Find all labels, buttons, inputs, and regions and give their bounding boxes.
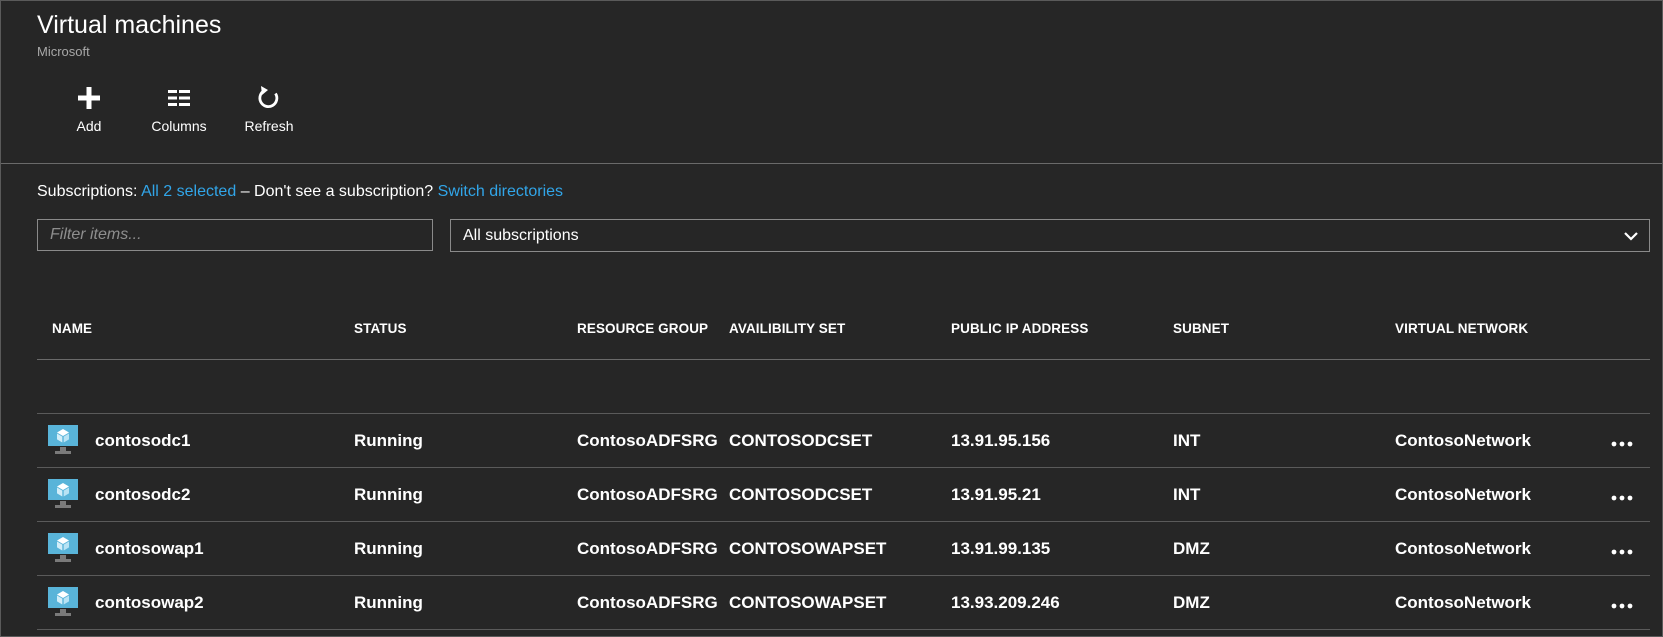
- subscriptions-selected-link[interactable]: All 2 selected: [141, 183, 236, 200]
- add-button[interactable]: Add: [44, 84, 134, 134]
- column-header-status[interactable]: STATUS: [354, 321, 407, 336]
- subscriptions-bar: Subscriptions: All 2 selected – Don't se…: [37, 183, 563, 201]
- ellipsis-icon[interactable]: [1607, 428, 1637, 452]
- cell-virtual-network: ContosoNetwork: [1395, 593, 1531, 612]
- cell-public-ip: 13.91.99.135: [951, 539, 1051, 558]
- cell-virtual-network: ContosoNetwork: [1395, 539, 1531, 558]
- cell-availability-set: CONTOSOWAPSET: [729, 539, 887, 558]
- cell-status: Running: [354, 431, 423, 450]
- cell-status: Running: [354, 539, 423, 558]
- column-header-virtual-network[interactable]: VIRTUAL NETWORK: [1395, 321, 1528, 336]
- page-subtitle: Microsoft: [37, 44, 90, 59]
- refresh-button[interactable]: Refresh: [224, 84, 314, 134]
- columns-label: Columns: [151, 118, 207, 134]
- cell-public-ip: 13.93.209.246: [951, 593, 1060, 612]
- refresh-label: Refresh: [244, 118, 294, 134]
- cell-resource-group: ContosoADFSRG: [577, 485, 718, 504]
- column-header-availability-set[interactable]: AVAILIBILITY SET: [729, 321, 845, 336]
- subscription-select[interactable]: All subscriptions: [450, 219, 1650, 252]
- cell-name[interactable]: contosowap2: [95, 593, 204, 613]
- column-header-resource-group[interactable]: RESOURCE GROUP: [577, 321, 708, 336]
- columns-icon: [168, 90, 190, 106]
- switch-directories-link[interactable]: Switch directories: [438, 183, 563, 200]
- cell-resource-group: ContosoADFSRG: [577, 593, 718, 612]
- cell-name[interactable]: contosodc2: [95, 485, 190, 505]
- cell-status: Running: [354, 485, 423, 504]
- virtual-machine-icon: [48, 587, 78, 616]
- virtual-machine-icon: [48, 533, 78, 562]
- plus-icon: [78, 87, 100, 109]
- cell-virtual-network: ContosoNetwork: [1395, 431, 1531, 450]
- cell-resource-group: ContosoADFSRG: [577, 539, 718, 558]
- subscriptions-prompt: – Don't see a subscription?: [240, 183, 438, 200]
- subscriptions-label: Subscriptions:: [37, 183, 138, 200]
- header-divider: [1, 163, 1662, 164]
- grid-header: NAME STATUS RESOURCE GROUP AVAILIBILITY …: [37, 315, 1650, 360]
- ellipsis-icon[interactable]: [1607, 590, 1637, 614]
- subscription-select-value: All subscriptions: [463, 226, 579, 244]
- table-row[interactable]: contosowap1 Running ContosoADFSRG CONTOS…: [37, 522, 1650, 576]
- table-row[interactable]: contosodc2 Running ContosoADFSRG CONTOSO…: [37, 468, 1650, 522]
- refresh-icon: [258, 86, 279, 108]
- cell-availability-set: CONTOSODCSET: [729, 431, 873, 450]
- cell-availability-set: CONTOSODCSET: [729, 485, 873, 504]
- cell-name[interactable]: contosowap1: [95, 539, 204, 559]
- cell-name[interactable]: contosodc1: [95, 431, 190, 451]
- cell-availability-set: CONTOSOWAPSET: [729, 593, 887, 612]
- cell-status: Running: [354, 593, 423, 612]
- cell-subnet: INT: [1173, 431, 1201, 450]
- columns-button[interactable]: Columns: [134, 84, 224, 134]
- ellipsis-icon[interactable]: [1607, 482, 1637, 506]
- cell-virtual-network: ContosoNetwork: [1395, 485, 1531, 504]
- cell-subnet: INT: [1173, 485, 1201, 504]
- page-title: Virtual machines: [37, 11, 222, 39]
- column-header-name[interactable]: NAME: [52, 321, 92, 336]
- virtual-machine-icon: [48, 479, 78, 508]
- command-bar: Add Columns Refresh: [44, 84, 314, 134]
- table-row[interactable]: contosowap2 Running ContosoADFSRG CONTOS…: [37, 576, 1650, 630]
- cell-subnet: DMZ: [1173, 539, 1210, 558]
- blade-header: Virtual machines Microsoft: [37, 10, 221, 59]
- column-header-public-ip[interactable]: PUBLIC IP ADDRESS: [951, 321, 1088, 336]
- cell-public-ip: 13.91.95.156: [951, 431, 1051, 450]
- add-label: Add: [76, 118, 102, 134]
- column-header-subnet[interactable]: SUBNET: [1173, 321, 1229, 336]
- filter-input[interactable]: [37, 219, 433, 251]
- cell-subnet: DMZ: [1173, 593, 1210, 612]
- cell-public-ip: 13.91.95.21: [951, 485, 1041, 504]
- cell-resource-group: ContosoADFSRG: [577, 431, 718, 450]
- ellipsis-icon[interactable]: [1607, 536, 1637, 560]
- virtual-machine-icon: [48, 425, 78, 454]
- chevron-down-icon: [1624, 232, 1638, 241]
- table-row[interactable]: contosodc1 Running ContosoADFSRG CONTOSO…: [37, 414, 1650, 468]
